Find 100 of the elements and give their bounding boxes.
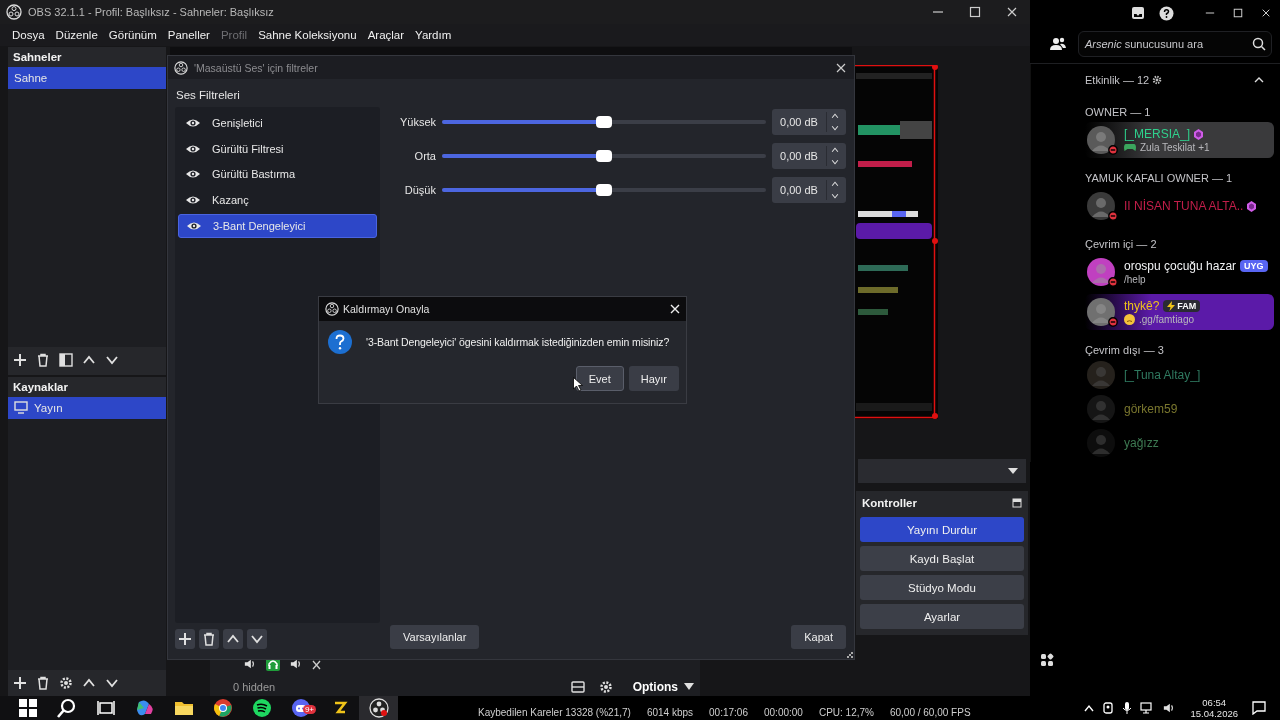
gear-icon[interactable] — [1152, 75, 1163, 85]
control-button[interactable]: Kaydı Başlat — [860, 546, 1024, 571]
spin-box[interactable]: 0,00 dB — [772, 143, 846, 169]
search-icon[interactable] — [1252, 37, 1266, 51]
avatar — [1087, 126, 1115, 154]
status-text: Kaybedilen Kareler 13328 (%21,7) — [478, 707, 631, 720]
list-item[interactable]: Yayın — [8, 397, 166, 419]
add-icon[interactable] — [13, 353, 27, 367]
panel-icon[interactable] — [59, 353, 73, 367]
browser-icon[interactable] — [212, 698, 233, 718]
menu-item[interactable]: Görünüm — [108, 29, 157, 41]
swirl-icon[interactable] — [134, 698, 155, 718]
add-icon[interactable] — [13, 676, 27, 690]
member-row[interactable]: [_Tuna Altay_] — [1085, 360, 1274, 390]
close-icon[interactable] — [1006, 6, 1018, 18]
slider-thumb[interactable] — [596, 150, 612, 162]
muted-cross-icon[interactable] — [312, 658, 322, 670]
avatar — [1087, 429, 1115, 457]
search-field[interactable]: Arsenic sunucusunu ara — [1078, 31, 1272, 57]
member-status: Zula Teskilat +1 — [1140, 142, 1210, 153]
member-name: yağızz — [1124, 436, 1159, 450]
members-icon[interactable] — [1050, 37, 1066, 51]
dock-title: Sahneler — [12, 50, 63, 65]
delete-button[interactable] — [199, 629, 219, 649]
slider-thumb[interactable] — [596, 116, 612, 128]
menu-item[interactable]: Paneller — [167, 29, 210, 41]
member-tag: FAM — [1163, 300, 1201, 312]
collapse-caret-icon[interactable] — [1254, 77, 1264, 83]
speaker-icon[interactable] — [290, 658, 302, 670]
control-button[interactable]: Stüdyo Modu — [860, 575, 1024, 600]
music-app-icon[interactable] — [251, 698, 272, 718]
status-text: 6014 kbps — [646, 707, 694, 720]
spin-box[interactable]: 0,00 dB — [772, 177, 846, 203]
panel-icon[interactable] — [570, 680, 585, 694]
help-icon[interactable] — [1159, 5, 1174, 21]
options-button[interactable]: Options — [626, 680, 700, 694]
float-panel-icon[interactable] — [1012, 498, 1022, 508]
search-icon[interactable] — [56, 698, 77, 718]
camera-icon[interactable] — [1102, 702, 1115, 714]
status-text: 60,00 / 60,00 FPS — [889, 707, 971, 720]
resize-grip-icon[interactable] — [847, 652, 853, 658]
list-item[interactable]: Sahne — [8, 67, 166, 89]
member-name: [_Tuna Altay_] — [1124, 368, 1201, 382]
menu-item[interactable]: Yardım — [415, 29, 452, 41]
member-card[interactable]: thykê? FAM .gg/famtiago — [1085, 294, 1274, 330]
speaker-icon[interactable] — [244, 658, 256, 670]
lightning-icon — [1167, 301, 1176, 311]
move-down-button[interactable] — [247, 629, 267, 649]
camera-aperture-icon[interactable] — [368, 698, 389, 718]
close-button[interactable]: Kapat — [791, 625, 846, 649]
menu-item[interactable]: Araçlar — [367, 29, 405, 41]
add-button[interactable] — [175, 629, 195, 649]
member-row[interactable]: II NİSAN TUNA ALTA.. — [1085, 188, 1274, 224]
network-icon[interactable] — [1140, 702, 1155, 714]
close-icon[interactable] — [1261, 8, 1271, 18]
slider-label: Yüksek — [398, 116, 436, 128]
caret-icon[interactable] — [1084, 704, 1095, 712]
window-title: OBS 32.1.1 - Profil: Başlıksız - Sahneler: Başlıksız — [28, 6, 274, 18]
delete-icon[interactable] — [36, 353, 50, 367]
no-button[interactable]: Hayır — [628, 366, 679, 391]
filter-item[interactable]: Gürültü Bastırma — [178, 162, 377, 187]
maximize-icon[interactable] — [1233, 8, 1243, 18]
move-up-button[interactable] — [223, 629, 243, 649]
grid-icon[interactable] — [1040, 653, 1054, 667]
member-row[interactable]: görkem59 — [1085, 394, 1274, 424]
close-icon[interactable] — [835, 61, 847, 74]
slider-label: Orta — [413, 150, 436, 162]
settings-icon[interactable] — [598, 680, 613, 694]
menu-item[interactable]: Dosya — [12, 29, 45, 41]
hidden-count: 0 hidden — [232, 681, 276, 693]
windows-logo-icon[interactable] — [17, 698, 38, 718]
yes-button[interactable]: Evet — [575, 366, 624, 391]
filter-item[interactable]: Kazanç — [178, 188, 377, 213]
slider-thumb[interactable] — [596, 184, 612, 196]
microphone-icon[interactable] — [1122, 702, 1133, 714]
task-view-icon[interactable] — [95, 698, 116, 718]
filter-item[interactable]: Gürültü Filtresi — [178, 136, 377, 161]
defaults-button[interactable]: Varsayılanlar — [390, 625, 480, 649]
inbox-icon[interactable] — [1131, 6, 1145, 20]
member-row[interactable]: orospu çocuğu hazar UYG /help — [1085, 254, 1274, 290]
member-tag: UYG — [1240, 260, 1268, 272]
menu-item[interactable]: Düzenle — [55, 29, 98, 41]
filter-item[interactable]: 3-Bant Dengeleyici — [178, 213, 377, 238]
group-header: Çevrim içi — 2 — [1085, 238, 1158, 250]
settings-icon[interactable] — [59, 676, 73, 690]
maximize-icon[interactable] — [969, 6, 981, 18]
delete-icon[interactable] — [36, 676, 50, 690]
member-card[interactable]: [_MERSIA_] Zula Teskilat +1 — [1085, 122, 1274, 158]
menu-item[interactable]: Sahne Koleksiyonu — [258, 29, 357, 41]
question-icon — [328, 330, 352, 354]
filter-item[interactable]: Genişletici — [178, 111, 377, 135]
group-header: Çevrim dışı — 3 — [1085, 344, 1165, 356]
control-button[interactable]: Yayını Durdur — [860, 517, 1024, 542]
member-name: orospu çocuğu hazar — [1124, 259, 1237, 273]
status-text: CPU: 12,7% — [818, 707, 874, 720]
notification-icon[interactable] — [1252, 701, 1266, 715]
spin-box[interactable]: 0,00 dB — [772, 109, 846, 135]
member-row[interactable]: yağızz — [1085, 428, 1274, 458]
member-name: thykê? — [1124, 299, 1160, 313]
control-button[interactable]: Ayarlar — [860, 604, 1024, 629]
